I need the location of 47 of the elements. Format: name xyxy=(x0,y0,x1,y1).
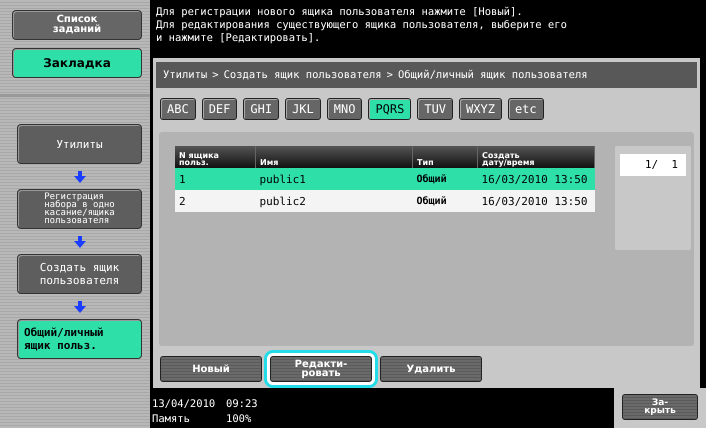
letter-tab[interactable]: DEF xyxy=(202,98,238,120)
memory-value: 100% xyxy=(226,413,252,427)
table-cell: 2 xyxy=(175,190,256,212)
table-row[interactable]: 2 public2 Общий 16/03/2010 13:50 xyxy=(175,190,594,212)
table-cell: 16/03/2010 13:50 xyxy=(478,190,594,212)
breadcrumb-item: Создать ящик пользователя xyxy=(224,69,382,82)
action-button[interactable]: Новый xyxy=(160,356,262,382)
table-cell: 1 xyxy=(175,168,256,190)
column-header: Создать дату/время xyxy=(478,146,594,168)
sidebar-button[interactable]: Список заданий xyxy=(12,10,142,40)
breadcrumb-item: Общий/личный ящик пользователя xyxy=(398,69,588,82)
down-arrow-icon xyxy=(74,170,86,182)
letter-tab[interactable]: WXYZ xyxy=(459,98,502,120)
letter-tab[interactable]: GHI xyxy=(243,98,280,120)
letter-tab[interactable]: TUV xyxy=(417,98,454,120)
letter-tab[interactable]: MNO xyxy=(326,98,362,120)
letter-tab[interactable]: PQRS xyxy=(368,98,412,120)
letter-tab[interactable]: etc xyxy=(508,98,544,120)
table-cell: public1 xyxy=(256,168,412,190)
breadcrumb-separator: > xyxy=(386,69,393,82)
instruction-message: Для регистрации нового ящика пользователя нажмите [Новый]. Для редактирования существующего ящика пользователя, выберите его и нажмите [Редактировать]. xyxy=(155,5,568,46)
status-time: 09:23 xyxy=(226,398,258,412)
column-header: Тип xyxy=(412,146,478,168)
down-arrow-icon xyxy=(74,236,86,248)
sidebar-step-button[interactable]: Регистрация набора в одно касание/ящика пользователя xyxy=(17,189,142,229)
page-counter: 1/ 1 xyxy=(620,154,686,176)
action-button[interactable]: Редакти- ровать xyxy=(270,356,372,382)
breadcrumb-item: Утилиты xyxy=(163,69,208,82)
table-cell: Общий xyxy=(412,190,478,212)
breadcrumb-separator: > xyxy=(212,69,219,82)
table-cell: public2 xyxy=(256,190,412,212)
close-button[interactable]: За- крыть xyxy=(622,394,698,420)
table-cell: Общий xyxy=(412,168,478,190)
sidebar-step-button[interactable]: Создать ящик пользователя xyxy=(17,254,142,294)
column-header: Имя xyxy=(256,146,412,168)
sidebar-step-button[interactable]: Общий/личный ящик польз. xyxy=(17,319,142,359)
table-row[interactable]: 1 public1 Общий 16/03/2010 13:50 xyxy=(175,168,594,190)
sidebar-step-button[interactable]: Утилиты xyxy=(17,124,142,164)
memory-label: Память xyxy=(152,413,191,427)
letter-tab[interactable]: JKL xyxy=(285,98,321,120)
status-date: 13/04/2010 xyxy=(152,398,216,412)
table-cell: 16/03/2010 13:50 xyxy=(478,168,594,190)
column-header: N ящика польз. xyxy=(175,146,256,168)
letter-tab[interactable]: ABC xyxy=(160,98,196,120)
sidebar-button[interactable]: Закладка xyxy=(12,48,142,78)
action-button[interactable]: Удалить xyxy=(380,356,482,382)
down-arrow-icon xyxy=(74,300,86,312)
